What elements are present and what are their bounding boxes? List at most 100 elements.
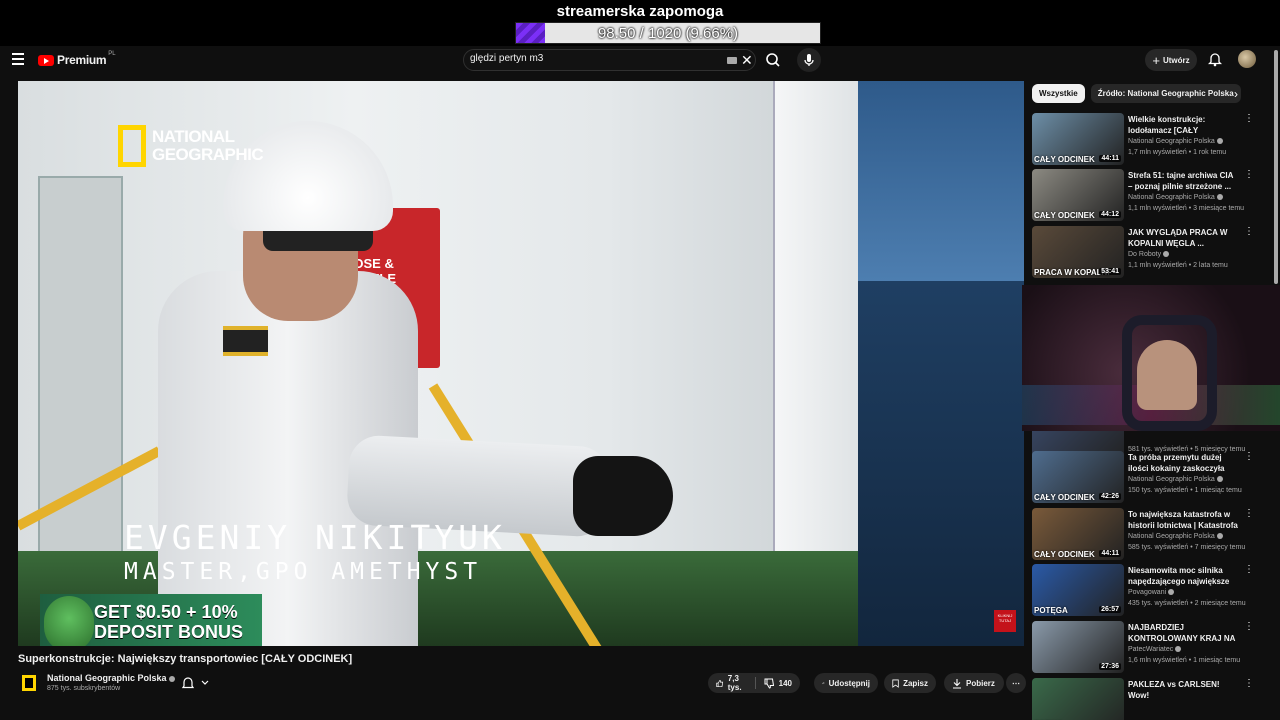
save-button[interactable]: Zapisz: [884, 673, 936, 693]
recommendation-title[interactable]: Strefa 51: tajne archiwa CIA – poznaj pi…: [1128, 170, 1238, 192]
recommendation-item[interactable]: CAŁY ODCINEK 44:11 To największa katastrof…: [1032, 508, 1268, 560]
clear-search-icon[interactable]: ✕: [741, 52, 753, 69]
bell-icon: [181, 677, 209, 689]
video-duration: 42:26: [1099, 493, 1121, 500]
recommendation-title[interactable]: To największa katastrofa w historii lotn…: [1128, 509, 1238, 531]
video-duration: 26:57: [1099, 606, 1121, 613]
kebab-menu-icon[interactable]: ⋮: [1244, 113, 1254, 124]
channel-avatar[interactable]: [22, 675, 36, 691]
recommendation-title[interactable]: PAKLEZA vs CARLSEN! Wow!: [1128, 679, 1238, 701]
subscription-bell-button[interactable]: [180, 675, 216, 691]
recommendation-meta: 1,1 mln wyświetleń • 3 miesiące temu: [1128, 205, 1245, 212]
video-thumbnail[interactable]: 27:36: [1032, 621, 1124, 673]
avatar[interactable]: [1238, 50, 1256, 68]
natgeo-yellow-frame-icon: [118, 125, 146, 167]
verified-icon: [1175, 646, 1182, 653]
yt-header: Premium PL ✕ + Utwórz: [0, 46, 1280, 74]
scene-glove: [573, 456, 673, 536]
logo-text: Premium: [57, 53, 107, 67]
recommendation-title[interactable]: NAJBARDZIEJ KONTROLOWANY KRAJ NA ...: [1128, 622, 1238, 644]
recommendation-title[interactable]: Wielkie konstrukcje: lodołamacz [CAŁY OD…: [1128, 114, 1238, 136]
channel-name[interactable]: National Geographic Polska: [47, 673, 175, 683]
streamer-webcam: [1022, 285, 1280, 431]
search-input[interactable]: [470, 53, 710, 64]
channel-subscribers: 875 tys. subskrybentów: [47, 685, 121, 692]
video-thumbnail[interactable]: CAŁY ODCINEK 44:11: [1032, 508, 1124, 560]
recommendation-item[interactable]: 27:36 NAJBARDZIEJ KONTROLOWANY KRAJ NA ..…: [1032, 621, 1268, 673]
recommendation-item[interactable]: CAŁY ODCINEK 42:26 Ta próba przemytu dużej…: [1032, 451, 1268, 503]
stream-overlay: streamerska zapomoga 98.50 / 1020 (9.66%…: [0, 0, 1280, 46]
recommendation-channel[interactable]: National Geographic Polska: [1128, 533, 1223, 540]
page-scrollbar[interactable]: [1272, 46, 1280, 286]
video-player[interactable]: HOSE & NOZZLE NATIONAL GEOGRAPHIC EVGENI…: [18, 81, 1024, 646]
kebab-menu-icon[interactable]: ⋮: [1244, 621, 1254, 632]
recommendation-item[interactable]: PRACA W KOPALNI 53:41 JAK WYGLĄDA PRACA W …: [1032, 226, 1268, 278]
like-dislike-group: 7,3 tys. 140: [708, 673, 800, 693]
recommendation-meta: 435 tys. wyświetleń • 2 miesiące temu: [1128, 600, 1246, 607]
thumbnail-caption: CAŁY ODCINEK: [1034, 155, 1095, 164]
natgeo-logo-line1: NATIONAL: [152, 127, 235, 146]
recommendation-item[interactable]: CAŁY ODCINEK 44:12 Strefa 51: tajne archiw…: [1032, 169, 1268, 221]
corner-badge[interactable]: KLIKNIJ TUTAJ: [994, 610, 1016, 632]
lower-third: EVGENIY NIKITYUK MASTER,GPO AMETHYST: [124, 519, 506, 587]
more-actions-button[interactable]: ⋯: [1006, 673, 1026, 693]
verified-icon: [1216, 476, 1223, 483]
recommendation-item[interactable]: FORMAPAKLEZA vs CARLSEN! Wow! ⋮: [1032, 678, 1268, 720]
share-button[interactable]: Udostępnij: [814, 673, 878, 693]
create-button[interactable]: + Utwórz: [1145, 49, 1197, 71]
recommendation-item[interactable]: CAŁY ODCINEK 44:11 Wielkie konstrukcje: lo…: [1032, 113, 1268, 165]
recommendation-channel[interactable]: Do Roboty: [1128, 251, 1170, 258]
video-thumbnail[interactable]: POTĘGA 26:57: [1032, 564, 1124, 616]
chevron-right-icon[interactable]: ›: [1234, 87, 1238, 101]
kebab-menu-icon[interactable]: ⋮: [1244, 564, 1254, 575]
promo-banner[interactable]: GET $0.50 + 10% DEPOSIT BONUS: [40, 594, 262, 646]
search-button[interactable]: [758, 49, 788, 71]
notifications-bell-icon[interactable]: [1207, 51, 1223, 67]
recommendation-channel[interactable]: National Geographic Polska: [1128, 194, 1223, 201]
recommendation-title[interactable]: Ta próba przemytu dużej ilości kokainy z…: [1128, 452, 1238, 474]
download-label: Pobierz: [966, 678, 995, 688]
scene-sea: [856, 281, 1024, 646]
like-count: 7,3 tys.: [727, 674, 742, 692]
video-thumbnail[interactable]: CAŁY ODCINEK 44:12: [1032, 169, 1124, 221]
natgeo-logo-line2: GEOGRAPHIC: [152, 145, 264, 164]
recommendation-title[interactable]: JAK WYGLĄDA PRACA W KOPALNI WĘGLA ...: [1128, 227, 1238, 249]
plus-icon: +: [1152, 52, 1160, 68]
recommendation-meta: 585 tys. wyświetleń • 7 miesięcy temu: [1128, 544, 1246, 551]
recommendation-channel[interactable]: National Geographic Polska: [1128, 476, 1223, 483]
create-label: Utwórz: [1162, 55, 1190, 65]
recommendation-channel[interactable]: PatecWariatec: [1128, 646, 1182, 653]
keyboard-icon[interactable]: [727, 57, 737, 64]
download-button[interactable]: Pobierz: [944, 673, 1004, 693]
share-icon: [822, 681, 825, 685]
recommendation-item[interactable]: POTĘGA 26:57 Niesamowita moc silnika napęd…: [1032, 564, 1268, 616]
verified-icon: [1163, 251, 1170, 258]
natgeo-logo: NATIONAL GEOGRAPHIC: [118, 125, 264, 167]
recommendation-channel[interactable]: National Geographic Polska: [1128, 138, 1223, 145]
share-label: Udostępnij: [828, 678, 870, 688]
kebab-menu-icon[interactable]: ⋮: [1244, 678, 1254, 689]
kebab-menu-icon[interactable]: ⋮: [1244, 451, 1254, 462]
kebab-menu-icon[interactable]: ⋮: [1244, 508, 1254, 519]
verified-icon: [1216, 194, 1223, 201]
dislike-button[interactable]: 140: [764, 678, 792, 689]
scene-sky: [856, 81, 1024, 281]
video-thumbnail[interactable]: PRACA W KOPALNI 53:41: [1032, 226, 1124, 278]
recommendation-channel[interactable]: Povagowani: [1128, 589, 1175, 596]
youtube-logo[interactable]: Premium PL: [38, 51, 116, 68]
like-button[interactable]: 7,3 tys.: [716, 674, 747, 692]
kebab-menu-icon[interactable]: ⋮: [1244, 226, 1254, 237]
video-thumbnail[interactable]: CAŁY ODCINEK 42:26: [1032, 451, 1124, 503]
promo-line2: DEPOSIT BONUS: [94, 622, 244, 642]
chip-all[interactable]: Wszystkie: [1032, 84, 1085, 103]
chip-source[interactable]: Źródło: National Geographic Polska: [1090, 84, 1241, 103]
voice-search-button[interactable]: [797, 48, 821, 72]
video-thumbnail[interactable]: FORMA: [1032, 678, 1124, 720]
recommendation-meta: 150 tys. wyświetleń • 1 miesiąc temu: [1128, 487, 1242, 494]
recommendation-title[interactable]: Niesamowita moc silnika napędzającego na…: [1128, 565, 1238, 587]
search-box: ✕: [463, 49, 756, 71]
menu-icon[interactable]: [12, 53, 24, 65]
kebab-menu-icon[interactable]: ⋮: [1244, 169, 1254, 180]
video-thumbnail[interactable]: CAŁY ODCINEK 44:11: [1032, 113, 1124, 165]
verified-icon: [1168, 589, 1175, 596]
